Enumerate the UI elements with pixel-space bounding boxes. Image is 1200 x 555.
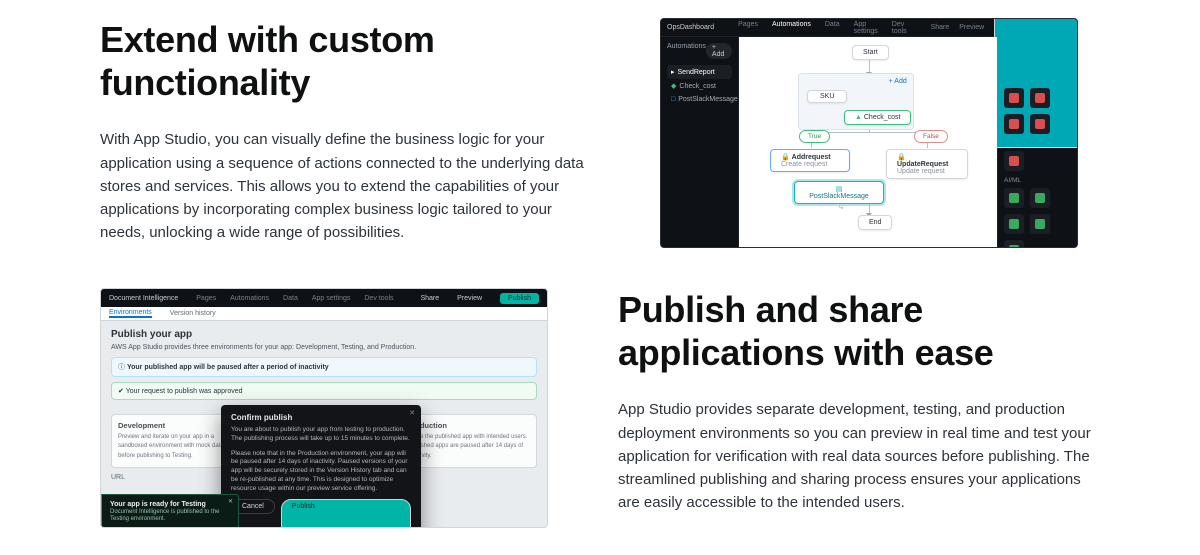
- flow-params-add[interactable]: + Add: [889, 78, 907, 85]
- section1-heading: Extend with custom functionality: [100, 18, 590, 104]
- ide-nav-automations[interactable]: Automations: [772, 21, 811, 35]
- pub-alert-approved: ✔ Your request to publish was approved: [111, 382, 537, 400]
- ide-nav-devtools[interactable]: Dev tools: [892, 21, 907, 35]
- ide-nav-appsettings[interactable]: App settings: [854, 21, 878, 35]
- modal-line1: You are about to publish your app from t…: [231, 426, 411, 444]
- ide-nav-pages[interactable]: Pages: [738, 21, 758, 35]
- toast-sub: Document Intelligence is published to th…: [110, 509, 219, 522]
- modal-publish-button[interactable]: Publish: [281, 499, 411, 528]
- confirm-publish-modal: ✕ Confirm publish You are about to publi…: [221, 405, 421, 528]
- close-icon[interactable]: ✕: [409, 409, 415, 417]
- action-tile[interactable]: [1004, 214, 1024, 234]
- flow-true-pill: True: [799, 130, 830, 143]
- flow-false-pill: False: [914, 130, 948, 143]
- modal-title: Confirm publish: [231, 413, 411, 422]
- flow-updaterequest[interactable]: 🔒 UpdateRequestUpdate request: [886, 149, 968, 179]
- flow-sku[interactable]: SKU: [807, 90, 847, 103]
- ide-preview[interactable]: Preview: [959, 24, 984, 31]
- close-icon[interactable]: ✕: [228, 498, 233, 505]
- flow-postslack[interactable]: ▤ PostSlackMessage ⤷: [794, 181, 884, 204]
- action-tile[interactable]: [1030, 214, 1050, 234]
- ide-flow-canvas[interactable]: Start 1 parameter + Add SKU ▲ Check_cost…: [739, 37, 997, 248]
- ide-nav-data[interactable]: Data: [825, 21, 840, 35]
- action-tile[interactable]: [1030, 188, 1050, 208]
- section2-body: App Studio provides separate development…: [618, 398, 1100, 514]
- pub-nav-automations[interactable]: Automations: [230, 295, 269, 302]
- pub-nav-devtools[interactable]: Dev tools: [364, 295, 393, 302]
- section2-heading: Publish and share applications with ease: [618, 288, 1100, 374]
- flow-addrequest[interactable]: 🔒 AddrequestCreate request: [770, 149, 850, 172]
- pub-app-title: Document Intelligence: [109, 295, 178, 302]
- action-tile[interactable]: [1030, 114, 1050, 134]
- pub-tab-history[interactable]: Version history: [170, 310, 216, 317]
- section1-body: With App Studio, you can visually define…: [100, 128, 590, 244]
- toast-ready: ✕ Your app is ready for Testing Document…: [100, 494, 239, 528]
- action-tile[interactable]: [1004, 240, 1024, 248]
- ide-left-item-sendreport[interactable]: ▸SendReport: [667, 65, 732, 79]
- action-tile[interactable]: [1004, 188, 1024, 208]
- ide-share[interactable]: Share: [931, 24, 950, 31]
- action-tile[interactable]: [1004, 88, 1024, 108]
- ide-screenshot: OpsDashboard Pages Automations Data App …: [660, 18, 1078, 248]
- pub-subheading: AWS App Studio provides three environmen…: [111, 344, 537, 351]
- pub-nav-pages[interactable]: Pages: [196, 295, 216, 302]
- ide-app-title: OpsDashboard: [667, 24, 714, 31]
- ide-left-item-postslack[interactable]: □PostSlackMessage: [667, 93, 732, 106]
- publish-screenshot: Document Intelligence Pages Automations …: [100, 288, 548, 528]
- modal-line2: Please note that in the Production envir…: [231, 450, 411, 494]
- pub-publish-button[interactable]: Publish: [500, 293, 539, 304]
- pub-nav-appsettings[interactable]: App settings: [312, 295, 351, 302]
- action-tile[interactable]: [1004, 114, 1024, 134]
- flow-checkcost[interactable]: ▲ Check_cost: [844, 110, 911, 125]
- right-sec-aiml: AI/ML: [1004, 177, 1071, 184]
- pub-tab-env[interactable]: Environments: [109, 309, 152, 318]
- pub-nav-data[interactable]: Data: [283, 295, 298, 302]
- flow-start[interactable]: Start: [852, 45, 889, 60]
- pub-share[interactable]: Share: [420, 295, 439, 302]
- pub-heading: Publish your app: [111, 329, 537, 340]
- pub-preview[interactable]: Preview: [457, 295, 482, 302]
- action-tile[interactable]: [1004, 151, 1024, 171]
- flow-end[interactable]: End: [858, 215, 892, 230]
- ide-left-title: Automations: [667, 43, 706, 59]
- action-tile[interactable]: [1030, 88, 1050, 108]
- pub-alert-inactivity: ⓘ Your published app will be paused afte…: [111, 357, 537, 377]
- toast-title: Your app is ready for Testing: [110, 501, 206, 508]
- ide-left-add[interactable]: + Add: [706, 43, 732, 59]
- ide-left-item-checkcost[interactable]: ◆Check_cost: [667, 79, 732, 93]
